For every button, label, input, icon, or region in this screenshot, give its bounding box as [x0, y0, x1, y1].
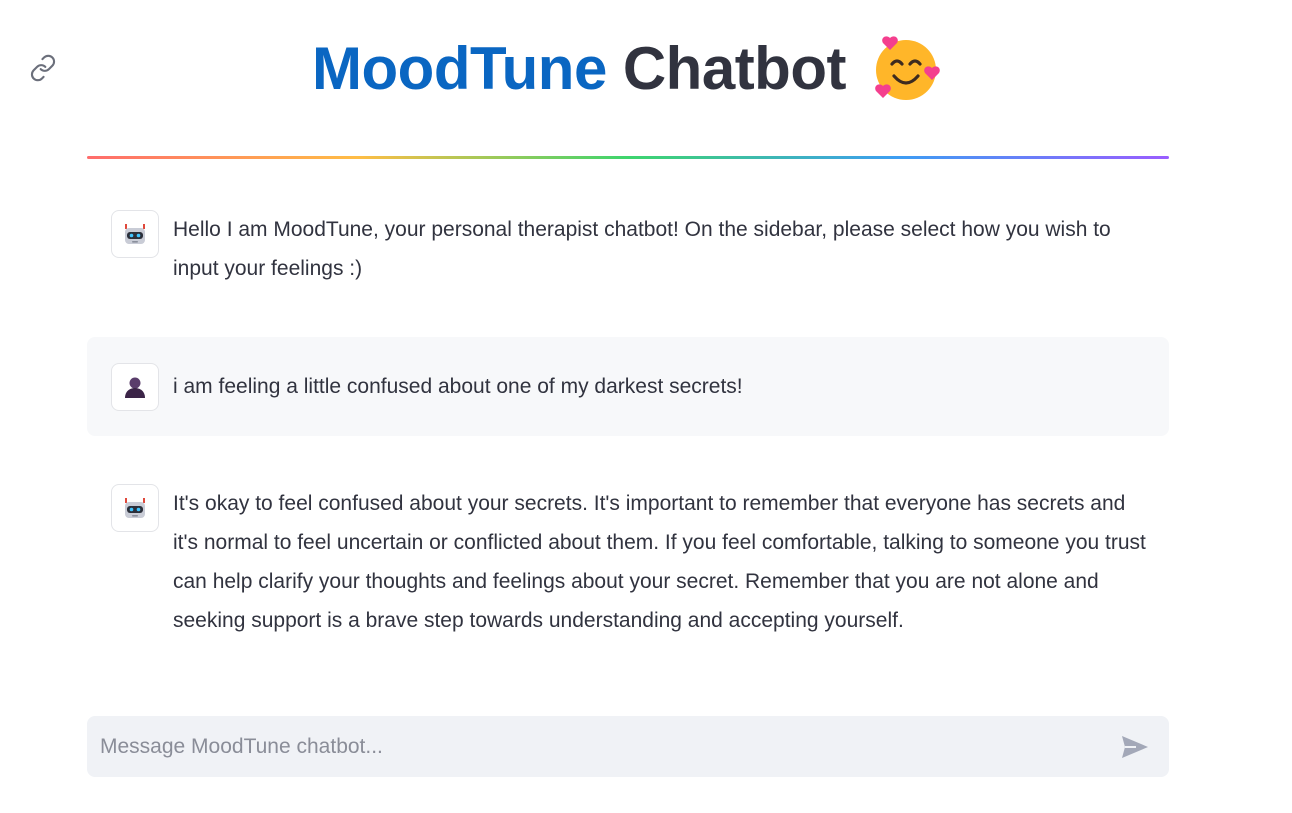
robot-icon — [111, 484, 159, 532]
person-icon — [111, 362, 159, 411]
title-brand: MoodTune — [312, 34, 607, 102]
page-header: MoodTune Chatbot — [87, 28, 1169, 108]
chat-message-assistant: It's okay to feel confused about your se… — [87, 468, 1169, 656]
link-icon[interactable] — [29, 54, 57, 82]
smiling-face-with-hearts-icon — [872, 32, 944, 104]
page-title: MoodTune Chatbot — [312, 32, 944, 104]
chat-message-assistant: Hello I am MoodTune, your personal thera… — [87, 194, 1169, 304]
header-divider — [87, 156, 1169, 159]
chat-input-bar — [87, 716, 1169, 777]
chat-message-user: i am feeling a little confused about one… — [87, 337, 1169, 436]
message-text: Hello I am MoodTune, your personal thera… — [173, 218, 1111, 280]
message-text: i am feeling a little confused about one… — [173, 375, 743, 398]
title-rest: Chatbot — [622, 34, 847, 102]
chat-input[interactable] — [87, 733, 1115, 760]
message-text: It's okay to feel confused about your se… — [173, 492, 1146, 632]
send-button[interactable] — [1115, 727, 1155, 767]
chat-page: MoodTune Chatbot Hello I am MoodTune, yo… — [0, 0, 1292, 813]
send-icon — [1122, 735, 1148, 758]
robot-icon — [111, 210, 159, 258]
